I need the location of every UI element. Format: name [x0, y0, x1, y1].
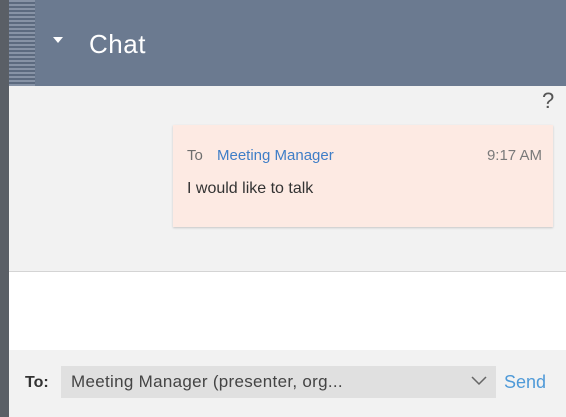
message-timestamp: 9:17 AM	[486, 147, 542, 164]
chevron-down-icon	[471, 376, 487, 386]
message-to-prefix: To	[187, 147, 203, 164]
drag-grip-handle[interactable]	[9, 0, 35, 86]
chat-footer: To: Meeting Manager (presenter, org... S…	[9, 350, 566, 417]
chat-messages-area: ? To Meeting Manager 9:17 AM I would lik…	[9, 86, 566, 271]
chat-message: To Meeting Manager 9:17 AM I would like …	[173, 125, 553, 227]
left-border	[0, 0, 9, 417]
panel-title: Chat	[89, 29, 146, 59]
recipient-dropdown[interactable]: Meeting Manager (presenter, org...	[61, 366, 496, 398]
to-label: To:	[25, 374, 49, 391]
collapse-caret-icon[interactable]	[53, 37, 63, 43]
message-text: I would like to talk	[187, 180, 314, 197]
chat-header: Chat	[9, 0, 566, 86]
help-icon[interactable]: ?	[542, 88, 554, 114]
message-recipient-link[interactable]: Meeting Manager	[217, 147, 334, 164]
chat-panel: Chat ? To Meeting Manager 9:17 AM I woul…	[0, 0, 566, 417]
message-compose-input[interactable]	[9, 272, 566, 350]
recipient-selected-value: Meeting Manager (presenter, org...	[71, 372, 343, 391]
send-button[interactable]: Send	[504, 372, 546, 393]
